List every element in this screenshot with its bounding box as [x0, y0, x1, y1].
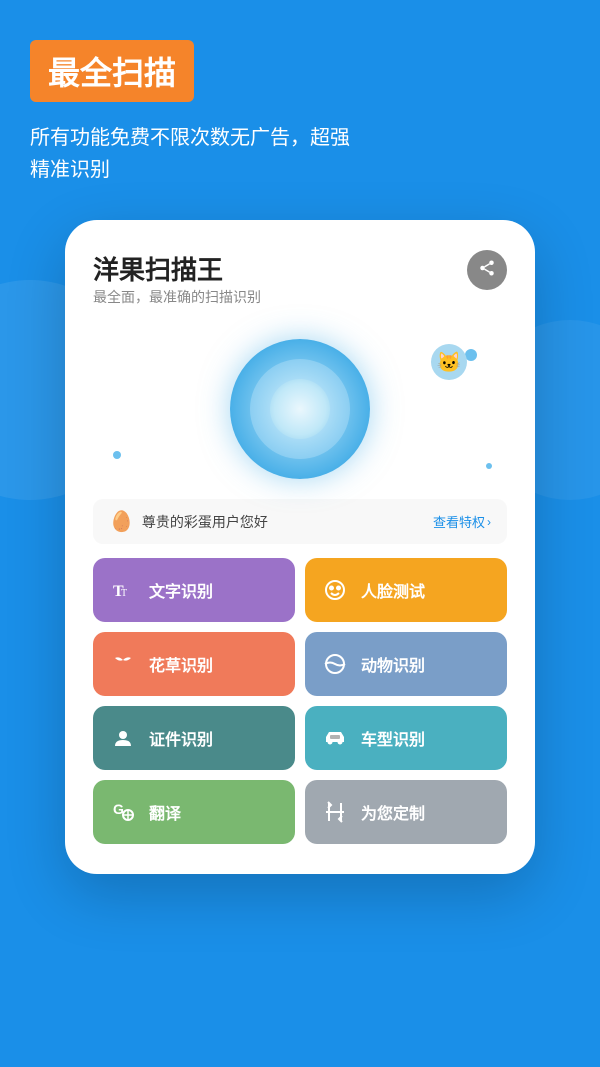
share-button[interactable] — [467, 250, 507, 290]
app-subtitle: 最全面，最准确的扫描识别 — [93, 287, 261, 307]
feature-btn-id-recognition[interactable]: 证件识别 — [93, 706, 295, 770]
text-recognition-icon: TT — [107, 574, 139, 606]
chevron-right-icon: › — [487, 515, 491, 529]
feature-btn-text-recognition[interactable]: TT 文字识别 — [93, 558, 295, 622]
id-recognition-icon — [107, 722, 139, 754]
feature-btn-animal-recognition[interactable]: 动物识别 — [305, 632, 507, 696]
app-header: 洋果扫描王 最全面，最准确的扫描识别 — [93, 250, 507, 323]
svg-text:T: T — [121, 588, 127, 599]
user-banner-left: 🥚 尊贵的彩蛋用户您好 — [109, 509, 268, 534]
header-section: 最全扫描 所有功能免费不限次数无广告，超强精准识别 — [0, 0, 600, 206]
view-privileges-button[interactable]: 查看特权 › — [433, 512, 491, 531]
app-title-area: 洋果扫描王 最全面，最准确的扫描识别 — [93, 250, 261, 323]
radar-middle-ring — [250, 359, 350, 459]
phone-mockup: 洋果扫描王 最全面，最准确的扫描识别 🐱 — [65, 220, 535, 874]
face-test-label: 人脸测试 — [361, 578, 425, 602]
car-recognition-label: 车型识别 — [361, 726, 425, 750]
user-banner[interactable]: 🥚 尊贵的彩蛋用户您好 查看特权 › — [93, 499, 507, 544]
customize-icon — [319, 796, 351, 828]
car-recognition-icon — [319, 722, 351, 754]
radar-dot-3 — [486, 463, 492, 469]
face-test-icon — [319, 574, 351, 606]
translate-icon: G — [107, 796, 139, 828]
badge-text: 最全扫描 — [48, 55, 176, 91]
customize-label: 为您定制 — [361, 800, 425, 824]
animal-recognition-icon — [319, 648, 351, 680]
radar-inner-ring — [270, 379, 330, 439]
plant-recognition-icon — [107, 648, 139, 680]
view-privileges-label: 查看特权 — [433, 512, 485, 531]
feature-grid: TT 文字识别 人脸测试 花草识别 动物识别 证件识别 车型识别 G 翻译 — [93, 558, 507, 844]
radar-animation: 🐱 — [93, 329, 507, 489]
animal-recognition-label: 动物识别 — [361, 652, 425, 676]
plant-recognition-label: 花草识别 — [149, 652, 213, 676]
feature-btn-car-recognition[interactable]: 车型识别 — [305, 706, 507, 770]
cat-icon: 🐱 — [431, 344, 467, 380]
header-subtitle: 所有功能免费不限次数无广告，超强精准识别 — [30, 122, 570, 186]
feature-btn-face-test[interactable]: 人脸测试 — [305, 558, 507, 622]
radar-dot-2 — [113, 451, 121, 459]
feature-btn-plant-recognition[interactable]: 花草识别 — [93, 632, 295, 696]
feature-btn-translate[interactable]: G 翻译 — [93, 780, 295, 844]
radar-outer-ring — [230, 339, 370, 479]
text-recognition-label: 文字识别 — [149, 578, 213, 602]
translate-label: 翻译 — [149, 800, 181, 824]
feature-badge: 最全扫描 — [30, 40, 194, 102]
user-greeting: 尊贵的彩蛋用户您好 — [142, 512, 268, 532]
egg-emoji: 🥚 — [109, 509, 134, 534]
feature-btn-customize[interactable]: 为您定制 — [305, 780, 507, 844]
share-icon — [478, 259, 496, 282]
app-title: 洋果扫描王 — [93, 250, 261, 287]
id-recognition-label: 证件识别 — [149, 726, 213, 750]
